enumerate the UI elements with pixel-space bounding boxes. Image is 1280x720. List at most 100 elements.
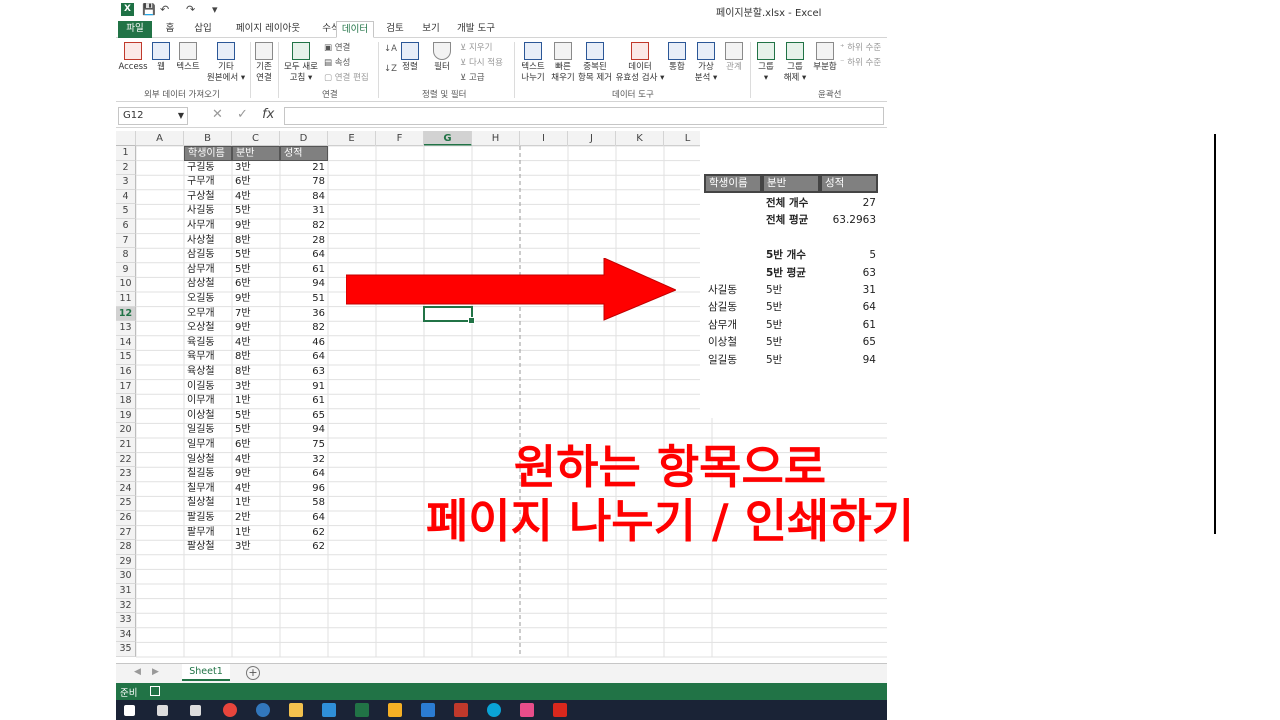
table-header-cell[interactable]: 학생이름 [184,146,232,161]
student-name-cell[interactable]: 삼상철 [184,277,232,292]
windows-icon[interactable] [124,705,135,716]
sheet-next-icon[interactable]: ▶ [152,667,159,677]
row-header[interactable]: 9 [116,262,136,278]
excel-icon[interactable] [355,703,369,717]
row-header[interactable]: 29 [116,554,136,570]
class-cell[interactable]: 9반 [232,321,280,336]
student-name-cell[interactable]: 이무개 [184,394,232,409]
score-cell[interactable]: 28 [280,234,328,249]
row-header[interactable]: 18 [116,394,136,409]
score-cell[interactable]: 94 [280,423,328,438]
score-cell[interactable]: 61 [280,263,328,278]
student-name-cell[interactable]: 육상철 [184,365,232,380]
student-name-cell[interactable]: 육무개 [184,350,232,365]
class-cell[interactable]: 1반 [232,394,280,409]
student-name-cell[interactable]: 구상철 [184,190,232,205]
score-cell[interactable]: 94 [280,277,328,292]
class-cell[interactable]: 9반 [232,292,280,307]
class-cell[interactable]: 3반 [232,161,280,176]
sheet-tab[interactable]: Sheet1 [182,664,230,681]
row-header[interactable]: 10 [116,277,136,292]
add-sheet-icon[interactable]: + [246,666,260,680]
student-name-cell[interactable]: 칠무개 [184,482,232,497]
chrome-icon[interactable] [223,703,237,717]
row-header[interactable]: 5 [116,204,136,219]
student-name-cell[interactable]: 일무개 [184,438,232,453]
row-header[interactable]: 17 [116,379,136,395]
search-icon[interactable] [157,705,168,716]
score-cell[interactable]: 84 [280,190,328,205]
table-header-cell[interactable]: 분반 [232,146,280,161]
row-header[interactable]: 22 [116,452,136,468]
row-header[interactable]: 16 [116,365,136,380]
row-header[interactable]: 20 [116,423,136,438]
class-cell[interactable]: 5반 [232,204,280,219]
row-header[interactable]: 12 [116,306,136,322]
row-header[interactable]: 3 [116,175,136,190]
score-cell[interactable]: 91 [280,380,328,395]
score-cell[interactable]: 46 [280,336,328,351]
score-cell[interactable]: 36 [280,307,328,322]
score-cell[interactable]: 64 [280,248,328,263]
score-cell[interactable]: 78 [280,175,328,190]
row-header[interactable]: 13 [116,321,136,336]
row-header[interactable]: 8 [116,248,136,263]
class-cell[interactable]: 7반 [232,307,280,322]
class-cell[interactable]: 4반 [232,482,280,497]
row-header[interactable]: 31 [116,584,136,599]
row-header[interactable]: 33 [116,613,136,628]
app2-icon[interactable] [454,703,468,717]
edge-icon[interactable] [256,703,270,717]
class-cell[interactable]: 3반 [232,540,280,555]
class-cell[interactable]: 6반 [232,175,280,190]
student-name-cell[interactable]: 팔상철 [184,540,232,555]
score-cell[interactable]: 21 [280,161,328,176]
task-view-icon[interactable] [190,705,201,716]
student-name-cell[interactable]: 오상철 [184,321,232,336]
score-cell[interactable]: 64 [280,350,328,365]
paint-icon[interactable] [520,703,534,717]
row-header[interactable]: 21 [116,438,136,453]
student-name-cell[interactable]: 팔길동 [184,511,232,526]
row-header[interactable]: 27 [116,525,136,541]
row-header[interactable]: 6 [116,219,136,234]
class-cell[interactable]: 5반 [232,409,280,424]
row-header[interactable]: 11 [116,292,136,307]
student-name-cell[interactable]: 육길동 [184,336,232,351]
score-cell[interactable]: 65 [280,409,328,424]
class-cell[interactable]: 4반 [232,453,280,468]
row-header[interactable]: 32 [116,598,136,614]
class-cell[interactable]: 6반 [232,438,280,453]
macro-record-icon[interactable] [150,686,160,696]
score-cell[interactable]: 61 [280,394,328,409]
student-name-cell[interactable]: 사상철 [184,234,232,249]
row-header[interactable]: 14 [116,335,136,351]
class-cell[interactable]: 2반 [232,511,280,526]
row-header[interactable]: 19 [116,408,136,424]
class-cell[interactable]: 5반 [232,263,280,278]
student-name-cell[interactable]: 삼무개 [184,263,232,278]
score-cell[interactable]: 82 [280,219,328,234]
score-cell[interactable]: 82 [280,321,328,336]
score-cell[interactable]: 51 [280,292,328,307]
edge-new-icon[interactable] [487,703,501,717]
class-cell[interactable]: 8반 [232,350,280,365]
row-header[interactable]: 35 [116,642,136,657]
student-name-cell[interactable]: 일상철 [184,453,232,468]
class-cell[interactable]: 4반 [232,336,280,351]
student-name-cell[interactable]: 오길동 [184,292,232,307]
class-cell[interactable]: 6반 [232,277,280,292]
class-cell[interactable]: 9반 [232,467,280,482]
acrobat-icon[interactable] [553,703,567,717]
class-cell[interactable]: 3반 [232,380,280,395]
row-header[interactable]: 15 [116,350,136,365]
class-cell[interactable]: 1반 [232,496,280,511]
student-name-cell[interactable]: 구무개 [184,175,232,190]
student-name-cell[interactable]: 이길동 [184,380,232,395]
score-cell[interactable]: 31 [280,204,328,219]
row-header[interactable]: 1 [116,146,136,161]
score-cell[interactable]: 63 [280,365,328,380]
student-name-cell[interactable]: 칠길동 [184,467,232,482]
file-explorer-icon[interactable] [289,703,303,717]
row-header[interactable]: 24 [116,481,136,497]
